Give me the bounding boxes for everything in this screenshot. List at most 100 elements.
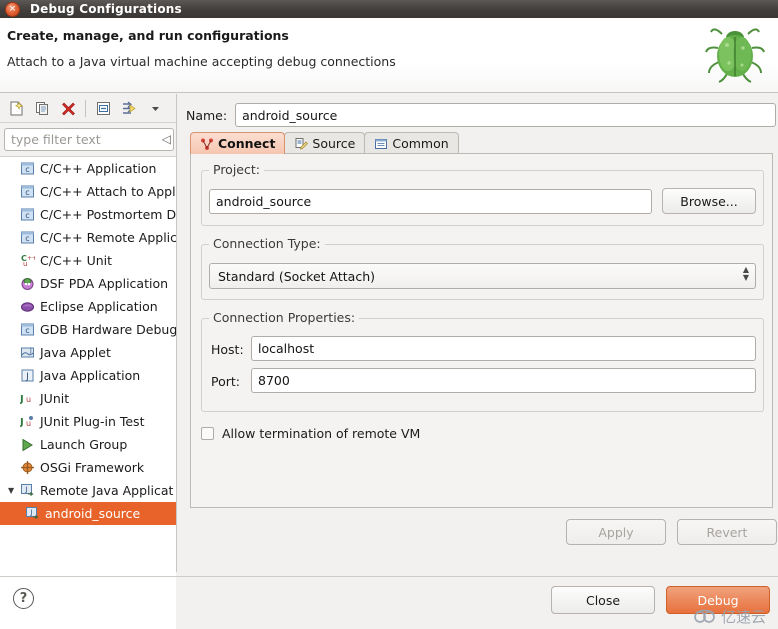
filter-field-wrapper: ◁ <box>4 128 174 151</box>
help-icon[interactable]: ? <box>13 588 34 609</box>
tree-item-label: Remote Java Applicat <box>40 483 174 498</box>
tree-item-junit[interactable]: Ju JUnit <box>0 387 176 410</box>
window-close-icon[interactable]: × <box>5 1 20 17</box>
c-application-icon: c <box>19 322 35 338</box>
tab-common[interactable]: Common <box>364 132 459 154</box>
tree-item-label: C/C++ Application <box>40 161 157 176</box>
tree-item-label: C/C++ Postmortem De <box>40 207 176 222</box>
allow-termination-row[interactable]: Allow termination of remote VM <box>201 426 420 441</box>
tree-item-remote-java-applicat[interactable]: ▼ J Remote Java Applicat <box>0 479 176 502</box>
browse-button[interactable]: Browse... <box>662 188 756 214</box>
configuration-editor: Name: Connect Source <box>186 94 778 572</box>
tree-item-label: android_source <box>45 506 141 521</box>
tab-strip: Connect Source Common <box>190 132 459 154</box>
host-label: Host: <box>211 342 244 357</box>
tab-common-label: Common <box>392 136 449 151</box>
tree-item-label: JUnit Plug-in Test <box>40 414 145 429</box>
connect-tab-body: Project: Browse... Connection Type: Stan… <box>190 153 773 508</box>
tab-connect[interactable]: Connect <box>190 132 286 154</box>
svg-text:++: ++ <box>27 255 35 262</box>
allow-termination-checkbox[interactable] <box>201 427 214 440</box>
configurations-tree[interactable]: c C/C++ Application c C/C++ Attach to Appli… <box>0 156 176 629</box>
tree-item-gdb-hardware-debug[interactable]: c GDB Hardware Debug <box>0 318 176 341</box>
svg-text:J: J <box>29 347 32 354</box>
pane-divider[interactable] <box>176 94 177 572</box>
connect-icon <box>201 138 213 150</box>
delete-configuration-button[interactable] <box>56 96 80 120</box>
tree-item-c-c-unit[interactable]: C++u C/C++ Unit <box>0 249 176 272</box>
filter-button[interactable] <box>117 96 141 120</box>
tree-item-dsf-pda-application[interactable]: DSF PDA Application <box>0 272 176 295</box>
close-button[interactable]: Close <box>551 586 655 614</box>
java-application-icon: J <box>19 368 35 384</box>
view-menu-button[interactable] <box>143 96 167 120</box>
junit-icon: Ju <box>19 391 35 407</box>
tree-item-label: DSF PDA Application <box>40 276 169 291</box>
connection-type-label: Connection Type: <box>209 236 325 251</box>
configuration-name-input[interactable] <box>235 103 777 127</box>
tree-item-label: C/C++ Unit <box>40 253 113 268</box>
apply-revert-row: Apply Revert <box>566 519 777 545</box>
svg-text:u: u <box>26 419 31 428</box>
svg-text:c: c <box>25 326 29 335</box>
tab-source[interactable]: Source <box>284 132 366 154</box>
tree-item-c-c-postmortem-de[interactable]: c C/C++ Postmortem De <box>0 203 176 226</box>
source-icon <box>295 137 309 149</box>
name-label: Name: <box>186 107 228 123</box>
help-glyph: ? <box>19 591 28 606</box>
dialog-header: Create, manage, and run configurations A… <box>0 18 778 93</box>
dialog-buttons: Close Debug <box>551 586 770 614</box>
tree-item-label: Java Applet <box>40 345 111 360</box>
bug-icon <box>705 28 765 83</box>
project-group: Project: Browse... <box>201 162 764 226</box>
search-input[interactable] <box>4 128 174 151</box>
name-row: Name: <box>186 103 777 127</box>
tree-item-c-c-attach-to-appli[interactable]: c C/C++ Attach to Appli <box>0 180 176 203</box>
collapse-all-button[interactable] <box>91 96 115 120</box>
tree-item-java-applet[interactable]: J Java Applet <box>0 341 176 364</box>
connection-type-select[interactable]: Standard (Socket Attach) ▲ ▼ <box>209 263 756 289</box>
clear-filter-icon[interactable]: ◁ <box>162 132 171 146</box>
svg-text:c: c <box>25 211 29 220</box>
svg-text:c: c <box>25 234 29 243</box>
footer-separator <box>0 576 778 577</box>
tree-item-osgi-framework[interactable]: OSGi Framework <box>0 456 176 479</box>
duplicate-configuration-button[interactable] <box>30 96 54 120</box>
apply-button[interactable]: Apply <box>566 519 666 545</box>
configurations-toolbar <box>0 94 176 123</box>
window-title: Debug Configurations <box>30 2 182 16</box>
c-application-icon: c <box>19 207 35 223</box>
debug-button[interactable]: Debug <box>666 586 770 614</box>
tree-item-android-source[interactable]: Jandroid_source <box>0 502 176 525</box>
window-titlebar: × Debug Configurations <box>0 0 778 18</box>
port-input[interactable] <box>251 368 756 393</box>
page-subtitle: Attach to a Java virtual machine accepti… <box>7 54 396 69</box>
tree-item-c-c-remote-applica[interactable]: c C/C++ Remote Applica <box>0 226 176 249</box>
dsf-pda-icon <box>19 276 35 292</box>
connection-type-value: Standard (Socket Attach) <box>218 268 375 284</box>
project-input[interactable] <box>209 189 652 214</box>
chevron-updown-icon[interactable]: ▲ ▼ <box>743 266 749 282</box>
tree-item-label: C/C++ Remote Applica <box>40 230 176 245</box>
osgi-framework-icon <box>19 460 35 476</box>
tree-item-c-c-application[interactable]: c C/C++ Application <box>0 157 176 180</box>
tree-item-label: Launch Group <box>40 437 128 452</box>
connection-type-group: Connection Type: Standard (Socket Attach… <box>201 236 764 300</box>
tree-item-launch-group[interactable]: Launch Group <box>0 433 176 456</box>
revert-button[interactable]: Revert <box>677 519 777 545</box>
configurations-pane: ◁ c C/C++ Application c C/C++ Attach to App… <box>0 94 176 629</box>
port-label: Port: <box>211 374 240 389</box>
tree-item-java-application[interactable]: J Java Application <box>0 364 176 387</box>
expand-arrow-icon[interactable]: ▼ <box>8 486 19 495</box>
tree-item-label: Java Application <box>40 368 141 383</box>
tab-folder: Connect Source Common Project: android_s… <box>190 132 773 508</box>
svg-text:u: u <box>23 260 27 268</box>
connection-properties-label: Connection Properties: <box>209 310 360 325</box>
svg-text:J: J <box>29 509 32 517</box>
new-configuration-button[interactable] <box>4 96 28 120</box>
launch-group-icon <box>19 437 35 453</box>
tree-item-junit-plug-in-test[interactable]: Ju JUnit Plug-in Test <box>0 410 176 433</box>
connection-properties-group: Connection Properties: Host: Port: <box>201 310 764 412</box>
tree-item-eclipse-application[interactable]: Eclipse Application <box>0 295 176 318</box>
host-input[interactable] <box>251 336 756 361</box>
